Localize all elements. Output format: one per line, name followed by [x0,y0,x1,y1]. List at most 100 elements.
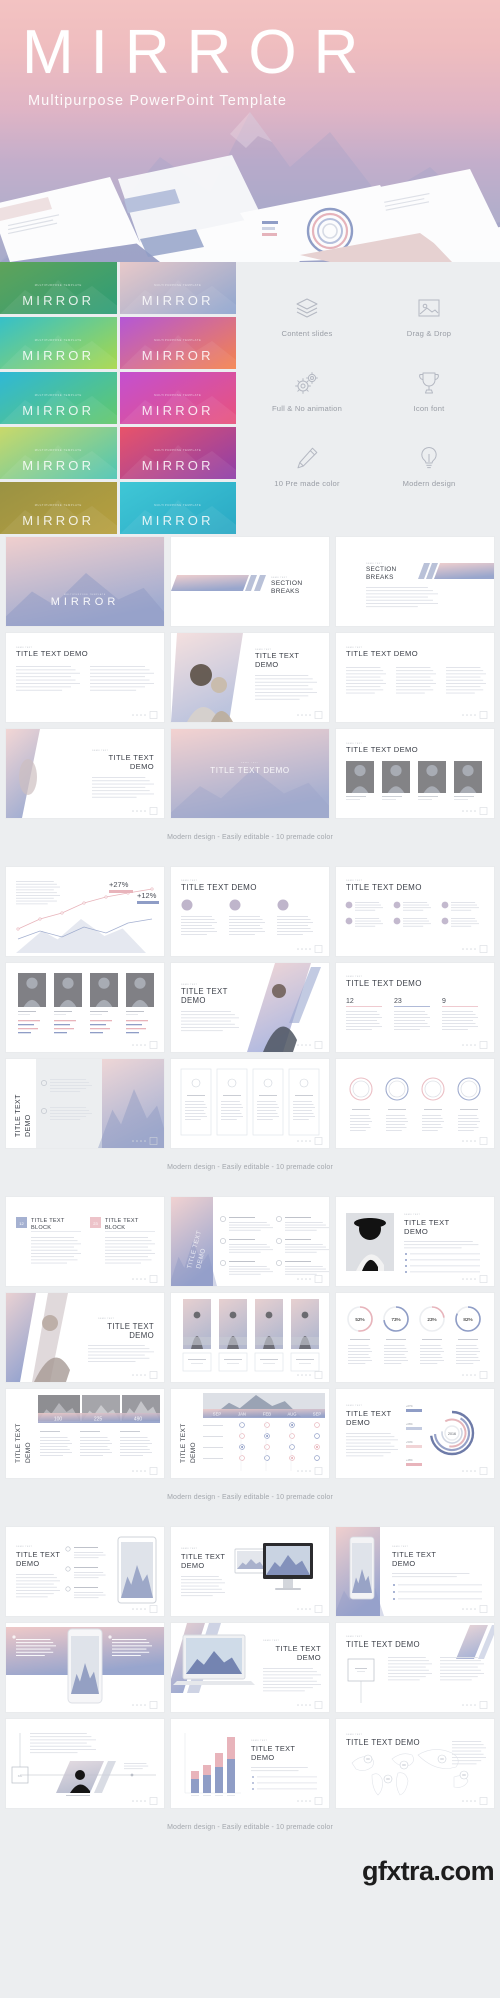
color-swatch-olive-gold[interactable]: MULTIPURPOSE TEMPLATE MIRROR [0,482,117,534]
swatch-tiny-label: MULTIPURPOSE TEMPLATE [154,449,202,452]
slide-thumbnail-photo-text[interactable]: DEMO TEXT TITLE TEXT DEMO [171,633,329,722]
slide-thumbnail-month-table[interactable]: TITLE TEXT DEMO SEP JAN FEB AUG SEP [171,1389,329,1478]
slide-canvas: DEMO TEXTTITLE TEXTDEMO [171,633,329,722]
feature-label: 10 Pre made color [274,478,340,488]
color-swatch-grid: MULTIPURPOSE TEMPLATE MIRROR MULTIPURPOSE … [0,262,236,534]
slide-thumbnail-text-left[interactable]: DEMO TEXT TITLE TEXT DEMO [6,633,164,722]
slide-thumbnail-world-map[interactable]: DEMO TEXT TITLE TEXT DEMO [336,1719,494,1808]
svg-text:BREAKS: BREAKS [271,588,300,595]
color-swatch-aqua-blue[interactable]: MULTIPURPOSE TEMPLATE MIRROR [119,482,236,534]
slide-thumbnail-three-circles[interactable]: DEMO TEXT TITLE TEXT DEMO [171,867,329,956]
slide-thumbnail-stats[interactable]: DEMO TEXT TITLE TEXT DEMO 12 23 9 [336,963,494,1052]
slide-section-4: DEMO TEXT TITLE TEXT DEMO DEMO TEXT TITLE TE… [0,1517,500,1847]
feature-item-layers: Content slides [246,280,368,355]
svg-text:SEP: SEP [313,1412,322,1417]
slide-thumbnail-angle-photo-2[interactable]: DEMO TEXT TITLE TEXT DEMO [6,1293,164,1382]
svg-text:DEMO TEXT: DEMO TEXT [346,1636,363,1638]
color-swatch-green[interactable]: MULTIPURPOSE TEMPLATE MIRROR [0,262,117,314]
feature-item-trophy: Icon font [368,355,490,430]
slide-thumbnail-photo-table[interactable]: TITLE TEXT DEMO 100 225 490 [6,1389,164,1478]
svg-text:73%: 73% [391,1317,400,1322]
slide-thumbnail-four-models[interactable] [171,1293,329,1382]
slide-thumbnail-six-bullets[interactable]: DEMO TEXT TITLE TEXT DEMO [336,867,494,956]
page-title: MIRROR [22,18,376,87]
slide-canvas: DEMO TEXTTITLE TEXT DEMO [6,633,164,722]
slide-thumbnail-angle-photo[interactable]: DEMO TEXT TITLE TEXT DEMO [6,729,164,818]
svg-text:DEMO: DEMO [251,1753,275,1762]
slide-canvas [171,1293,329,1382]
slide-thumbnail-tablet-mock[interactable]: DEMO TEXT TITLE TEXT DEMO [6,1527,164,1616]
slide-canvas: DEMO TEXTTITLE TEXTDEMO [336,1527,494,1616]
slide-canvas: DEMO TEXTTITLE TEXTDEMO [6,1527,164,1616]
svg-text:BLOCK: BLOCK [105,1225,125,1231]
svg-text:DEMO TEXT: DEMO TEXT [346,1734,363,1736]
slide-thumbnail-gradient-title[interactable]: TITLE TEXT DEMO DEMO TEXT [171,729,329,818]
slide-thumbnail-bar-chart[interactable]: DEMO TEXT TITLE TEXT DEMO [171,1719,329,1808]
slide-thumbnail-side-title-photo[interactable]: TITLE TEXT DEMO [6,1059,164,1148]
svg-text:DEMO TEXT: DEMO TEXT [346,976,363,978]
slide-thumbnail-team-4[interactable] [6,963,164,1052]
slide-canvas: +27% +12% [6,867,164,956]
slide-thumbnail-timeline-flow[interactable]: IMG [6,1719,164,1808]
feature-item-pencil: 10 Pre made color [246,429,368,504]
slide-thumbnail-line-chart[interactable]: +27% +12% [6,867,164,956]
svg-text:DEMO: DEMO [130,762,154,771]
color-swatch-teal-lime[interactable]: MULTIPURPOSE TEMPLATE MIRROR [0,317,117,369]
svg-text:TITLE TEXT: TITLE TEXT [16,1550,60,1559]
svg-text:TITLE TEXT DEMO: TITLE TEXT DEMO [346,649,418,658]
swatch-tiny-label: MULTIPURPOSE TEMPLATE [34,339,82,342]
svg-text:DEMO: DEMO [190,1442,197,1463]
slide-thumbnail-team-grid[interactable]: DEMO TEXT TITLE TEXT DEMO [336,729,494,818]
color-swatch-magenta-pink[interactable]: MULTIPURPOSE TEMPLATE MIRROR [119,372,236,424]
svg-text:82%: 82% [463,1317,472,1322]
slide-thumbnail-two-blocks[interactable]: 12 TITLE TEXT BLOCK 23 TITLE TEXT BLOCK [6,1197,164,1286]
slide-thumbnail-phone-split[interactable] [6,1623,164,1712]
svg-text:DEMO: DEMO [297,1653,321,1662]
slide-canvas: TITLE TEXT DEMO SEP JAN FEB AUG SEP [171,1389,329,1478]
slide-canvas: DEMO TEXTTITLE TEXT DEMO [336,729,494,818]
section-caption: Modern design - Easily editable - 10 pre… [167,834,333,841]
slide-thumbnail-vertical-title-bullets[interactable]: TITLE TEXT DEMO [171,1197,329,1286]
colors-and-features-band: MULTIPURPOSE TEMPLATE MIRROR MULTIPURPOSE … [0,262,500,534]
slide-canvas: DEMO TEXTTITLE TEXTDEMO [171,1527,329,1616]
feature-label: Drag & Drop [406,329,452,339]
svg-text:TITLE TEXT DEMO: TITLE TEXT DEMO [346,979,422,988]
swatch-label: MIRROR [22,513,95,528]
swatch-label: MIRROR [22,403,95,418]
swatch-label: MIRROR [141,458,214,473]
swatch-label: MIRROR [22,293,95,308]
slide-grid: 12 TITLE TEXT BLOCK 23 TITLE TEXT BLOCK TITLE … [0,1197,500,1484]
slide-thumbnail-desktop-mock[interactable]: DEMO TEXT TITLE TEXT DEMO [171,1527,329,1616]
color-swatch-pink-blue[interactable]: MULTIPURPOSE TEMPLATE MIRROR [119,262,236,314]
svg-text:TITLE TEXT DEMO: TITLE TEXT DEMO [346,1640,420,1649]
section-caption: Modern design - Easily editable - 10 pre… [167,1164,333,1171]
slide-canvas: DEMO TEXTTITLE TEXTDEMO [6,1293,164,1382]
slide-thumbnail-laptop-mock[interactable]: DEMO TEXT TITLE TEXT DEMO [171,1623,329,1712]
pencil-icon [294,445,320,471]
svg-text:DEMO TEXT: DEMO TEXT [366,563,383,565]
slide-thumbnail-cover[interactable]: MIRROR MULTIPURPOSE TEMPLATE [6,537,164,626]
svg-text:BREAKS: BREAKS [366,574,394,581]
slide-thumbnail-percent-rings[interactable]: 52% 73% 23% 82% [336,1293,494,1382]
slide-canvas [6,1623,164,1712]
slide-canvas: DEMO TEXT TITLE TEXT DEMO [336,1623,494,1712]
color-swatch-lime-teal[interactable]: MULTIPURPOSE TEMPLATE MIRROR [0,427,117,479]
color-swatch-crimson-purple[interactable]: MULTIPURPOSE TEMPLATE MIRROR [119,427,236,479]
slide-thumbnail-four-rings[interactable] [336,1059,494,1148]
svg-text:225: 225 [94,1417,103,1423]
slide-thumbnail-four-cards[interactable] [171,1059,329,1148]
slide-thumbnail-section-break-right[interactable]: DEMO TEXT SECTION BREAKS [336,537,494,626]
color-swatch-cyan-green[interactable]: MULTIPURPOSE TEMPLATE MIRROR [0,372,117,424]
slide-thumbnail-section-break[interactable]: DEMO TEXT SECTION BREAKS [171,537,329,626]
svg-text:TITLE TEXT DEMO: TITLE TEXT DEMO [210,766,289,775]
slide-thumbnail-radial-chart[interactable]: DEMO TEXT TITLE TEXT DEMO +67% +68% +50% +48% 2… [336,1389,494,1478]
image-icon [416,295,442,321]
svg-text:DEMO TEXT: DEMO TEXT [181,880,198,882]
slide-thumbnail-text-cols[interactable]: DEMO TEXT TITLE TEXT DEMO [336,633,494,722]
svg-text:TITLE TEXT DEMO: TITLE TEXT DEMO [16,649,88,658]
slide-thumbnail-photo-right[interactable]: DEMO TEXT TITLE TEXT DEMO [336,1197,494,1286]
slide-thumbnail-phone-mock[interactable]: DEMO TEXT TITLE TEXT DEMO [336,1527,494,1616]
color-swatch-purple-orange[interactable]: MULTIPURPOSE TEMPLATE MIRROR [119,317,236,369]
slide-thumbnail-timeline-box[interactable]: DEMO TEXT TITLE TEXT DEMO [336,1623,494,1712]
slide-thumbnail-angle-person[interactable]: DEMO TEXT TITLE TEXT DEMO [171,963,329,1052]
